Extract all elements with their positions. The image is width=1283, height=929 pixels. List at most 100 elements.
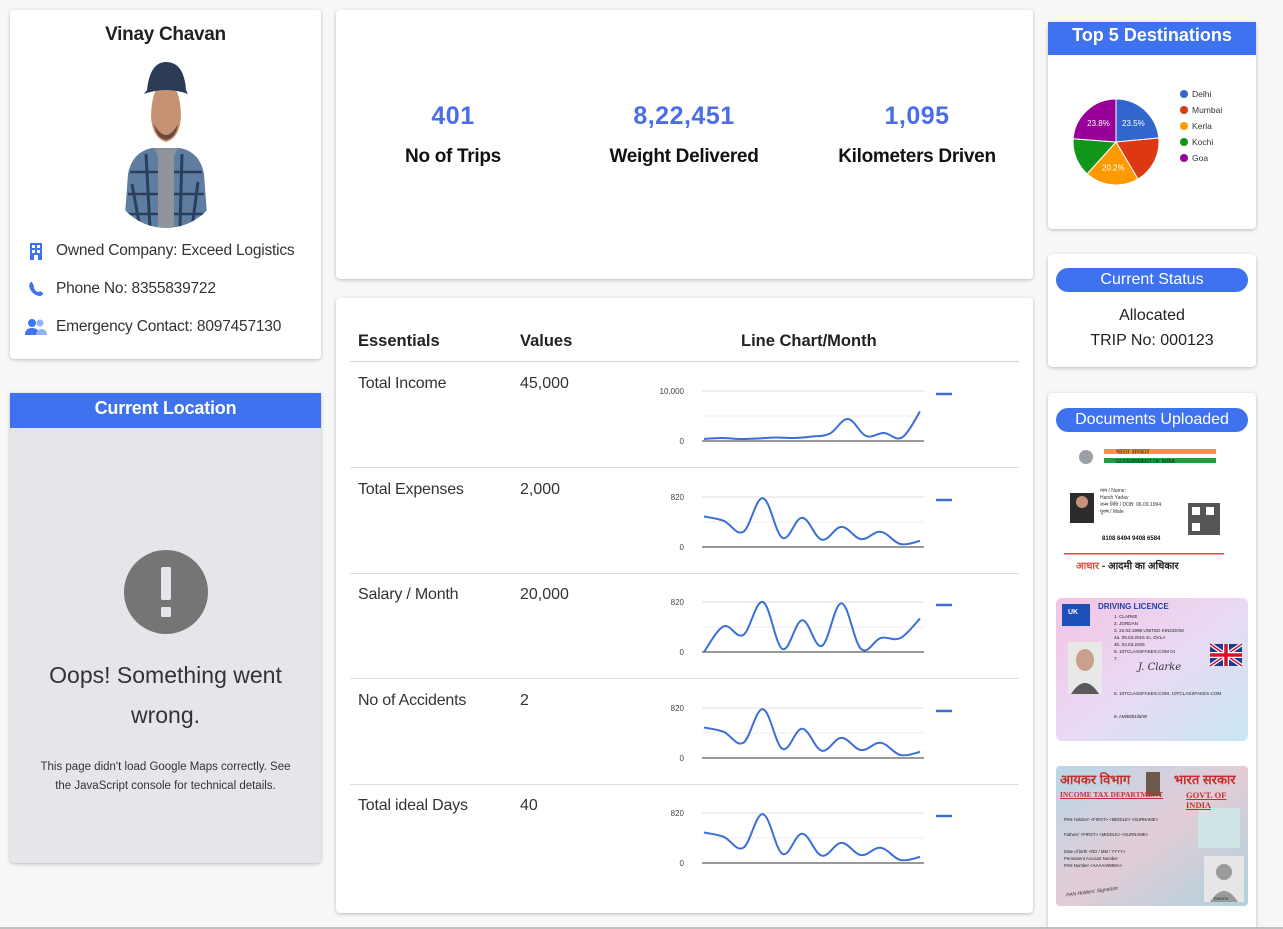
error-exclamation-icon <box>123 550 208 634</box>
emergency-row: Emergency Contact: 8097457130 <box>10 308 321 346</box>
stat-trips: 401 No of Trips <box>343 102 563 168</box>
destinations-pie-chart: 23.5% 20.2% 23.8% <box>1072 98 1160 186</box>
pan-line: Date of birth <DD / MM / YYYY> <box>1064 849 1126 854</box>
stat-kilometers: 1,095 Kilometers Driven <box>807 102 1027 168</box>
y-tick-label: 10,000 <box>660 387 685 396</box>
pan-hindi-right: भारत सरकार <box>1174 772 1236 787</box>
legend-swatch <box>1180 122 1188 130</box>
licence-country: UK <box>1068 609 1079 616</box>
essential-value: 40 <box>520 797 538 814</box>
licence-line: 1. CLARKE <box>1114 614 1138 619</box>
phone-icon <box>24 279 48 299</box>
stat-weight: 8,22,451 Weight Delivered <box>574 102 794 168</box>
map-error-title: Oops! Something went wrong. <box>49 662 282 728</box>
essential-value: 2 <box>520 692 529 709</box>
documents-title: Documents Uploaded <box>1056 408 1248 432</box>
status-title: Current Status <box>1056 268 1248 292</box>
y-tick-label: 820 <box>671 809 685 818</box>
legend-label: Kochi <box>1192 137 1214 147</box>
licence-line: 3. 22.03.1998 UNITED KINGDOM <box>1114 628 1184 633</box>
licence-signature: J. Clarke <box>1138 662 1182 673</box>
people-icon <box>24 317 48 337</box>
status-state: Allocated <box>1119 307 1185 324</box>
stat-value: 1,095 <box>884 102 950 130</box>
series-line <box>703 813 921 862</box>
essential-name: Total Income <box>358 375 447 392</box>
licence-line: 4a. 05.03.2016 4c. DVLA <box>1114 635 1166 640</box>
legend-item: Kochi <box>1180 134 1222 150</box>
trip-number: TRIP No: 000123 <box>1090 332 1214 349</box>
aadhaar-footer: आधार - आदमी का अधिकार <box>1076 558 1179 572</box>
aadhaar-header: भारत सरकार <box>1116 449 1150 456</box>
aadhaar-line: पुरुष / Male <box>1100 509 1124 515</box>
line-chart-total-income: 10,000 0 <box>660 387 952 446</box>
documents-card: Documents Uploaded भारत सरकार GOVERNMENT… <box>1048 393 1256 929</box>
pan-line: Permanent Account Number <box>1064 856 1118 861</box>
destinations-title: Top 5 Destinations <box>1048 22 1256 55</box>
phone-row: Phone No: 8355839722 <box>10 270 321 308</box>
pan-line: Fathers' <FIRST> <MIDDLE> <SURNAME> <box>1064 832 1149 837</box>
line-chart-accidents: 820 0 <box>671 704 952 763</box>
essential-value: 2,000 <box>520 481 561 498</box>
pan-photo-label: PHOTO <box>1214 896 1229 901</box>
pan-govt: GOVT. OF INDIA <box>1186 790 1227 810</box>
pie-slice-label: 23.8% <box>1087 119 1110 128</box>
company-row: Owned Company: Exceed Logistics <box>10 232 321 270</box>
current-location-card: Current Location Oops! Something went wr… <box>10 393 321 863</box>
legend-item: Goa <box>1180 150 1222 166</box>
stat-value: 401 <box>431 102 475 130</box>
y-tick-label: 0 <box>680 648 685 657</box>
pan-hindi-left: आयकर विभाग <box>1060 772 1131 787</box>
licence-line: 7. <box>1114 656 1118 661</box>
table-row: Total Expenses 2,000 820 0 <box>350 469 1019 574</box>
legend-item: Mumbai <box>1180 102 1222 118</box>
stats-card: 401 No of Trips 8,22,451 Weight Delivere… <box>336 10 1033 279</box>
licence-line: 5. 10TCLASSFAKES.COM 01 <box>1114 649 1176 654</box>
essential-name: Total ideal Days <box>358 797 468 814</box>
profile-card: Vinay Chavan Owned Company: Exceed Logis… <box>10 10 321 359</box>
pie-legend: Delhi Mumbai Kerla Kochi Goa <box>1180 86 1222 166</box>
essential-name: No of Accidents <box>358 692 467 709</box>
pan-details: PAN Holders' <FIRST> <MIDDLE> <SURNAME> … <box>1064 816 1158 869</box>
legend-swatch <box>1180 90 1188 98</box>
licence-details: 1. CLARKE 2. JORDAN 3. 22.03.1998 UNITED… <box>1114 613 1184 662</box>
stat-label: No of Trips <box>405 146 501 167</box>
y-tick-label: 0 <box>680 859 685 868</box>
driving-licence-document[interactable]: UK DRIVING LICENCE 1. CLARKE 2. JORDAN 3… <box>1056 598 1248 741</box>
legend-label: Delhi <box>1192 89 1212 99</box>
y-tick-label: 0 <box>680 754 685 763</box>
line-chart-salary: 820 0 <box>671 598 952 657</box>
legend-swatch <box>1180 154 1188 162</box>
aadhaar-number: 8108 6494 9408 6584 <box>1102 536 1161 542</box>
table-row: Salary / Month 20,000 820 0 <box>350 574 1019 679</box>
stat-label: Weight Delivered <box>609 146 759 167</box>
aadhaar-line: नाम / Name: <box>1100 488 1126 494</box>
phone-text: Phone No: 8355839722 <box>56 280 216 297</box>
licence-line: 4b. 04.03.2026 <box>1114 642 1145 647</box>
series-line <box>703 497 921 546</box>
column-header-line-chart: Line Chart/Month <box>741 332 877 350</box>
pie-slice-label: 20.2% <box>1102 164 1125 173</box>
driver-name: Vinay Chavan <box>105 24 226 45</box>
y-tick-label: 820 <box>671 598 685 607</box>
stat-value: 8,22,451 <box>633 102 735 130</box>
emergency-text: Emergency Contact: 8097457130 <box>56 318 282 335</box>
table-row: Total ideal Days 40 820 0 <box>350 785 1019 890</box>
y-tick-label: 0 <box>680 437 685 446</box>
essential-value: 20,000 <box>520 586 569 603</box>
aadhaar-footer-right: - आदमी का अधिकार <box>1099 561 1179 572</box>
column-header-values: Values <box>520 332 573 350</box>
pan-card-document[interactable]: आयकर विभाग भारत सरकार INCOME TAX DEPARTM… <box>1056 766 1248 906</box>
building-icon <box>24 241 48 261</box>
table-row: No of Accidents 2 820 0 <box>350 680 1019 785</box>
legend-swatch <box>1180 138 1188 146</box>
licence-line: 8. 10TCLASSFAKES.COM, 10TCLASSFAKES.COM <box>1114 691 1222 696</box>
legend-label: Kerla <box>1192 121 1212 131</box>
aadhaar-card-document[interactable]: भारत सरकार GOVERNMENT OF INDIA नाम / Nam… <box>1064 445 1224 577</box>
driver-avatar <box>109 62 222 228</box>
map-error-detail: This page didn't load Google Maps correc… <box>40 761 291 792</box>
y-tick-label: 820 <box>671 493 685 502</box>
exclamation-dot <box>160 607 171 617</box>
licence-line: 2. JORDAN <box>1114 621 1138 626</box>
legend-swatch <box>1180 106 1188 114</box>
